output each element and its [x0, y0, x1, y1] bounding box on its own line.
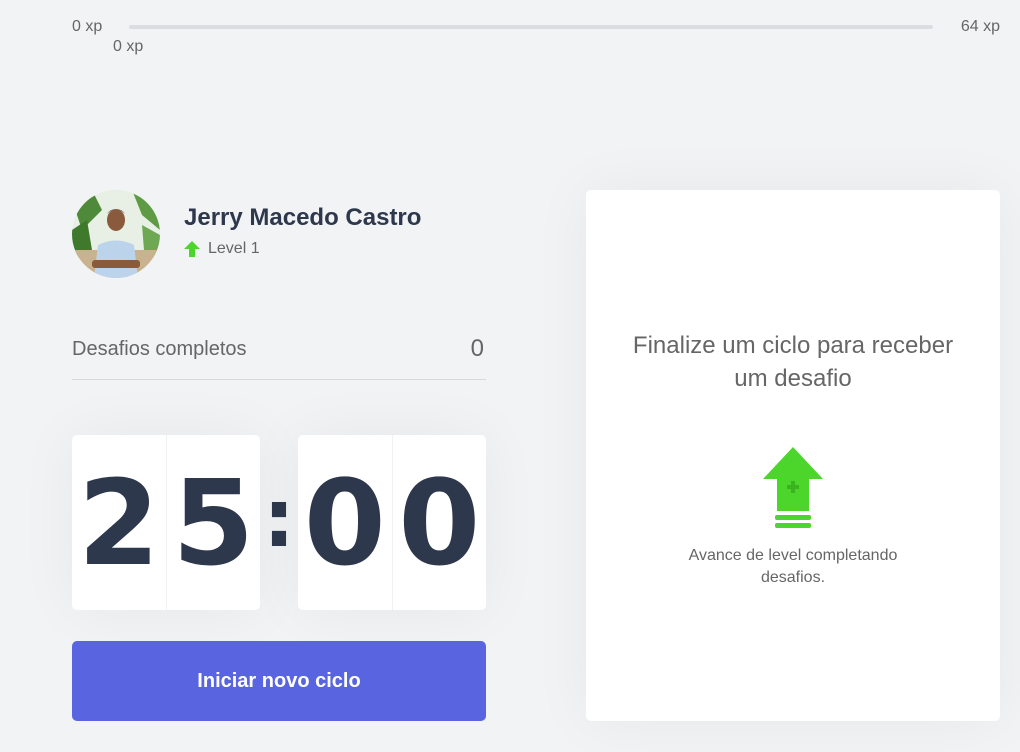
profile: Jerry Macedo Castro Level 1 [72, 190, 486, 278]
completed-challenges-label: Desafios completos [72, 338, 247, 360]
xp-min-label: 0 xp [72, 18, 103, 35]
challenge-hint: Avance de level completando desafios. [688, 547, 898, 586]
profile-level: Level 1 [184, 240, 421, 258]
xp-progress-track [129, 25, 933, 29]
minute-digit-left: 2 [77, 453, 160, 592]
level-label: Level 1 [208, 240, 260, 257]
challenge-box: Finalize um ciclo para receber um desafi… [586, 190, 1000, 721]
second-digit-left: 0 [303, 453, 386, 592]
completed-challenges: Desafios completos 0 [72, 330, 486, 380]
second-digit-right: 0 [391, 435, 487, 610]
minute-digit-right: 5 [165, 435, 261, 610]
completed-challenges-count: 0 [470, 335, 484, 362]
xp-max-label: 64 xp [960, 18, 1000, 35]
time-separator: : [263, 472, 295, 565]
xp-current-label: 0 xp [113, 38, 144, 55]
level-up-arrow-icon [184, 241, 200, 257]
start-cycle-button[interactable]: Iniciar novo ciclo [72, 641, 486, 721]
seconds-display: 0 0 [298, 435, 486, 610]
level-up-icon [763, 447, 823, 529]
minutes-display: 2 5 [72, 435, 260, 610]
countdown-timer: 2 5 : 0 0 [72, 435, 486, 610]
experience-bar: 0 xp 0 xp 64 xp [0, 0, 1020, 70]
avatar [72, 190, 160, 278]
profile-name: Jerry Macedo Castro [184, 204, 422, 231]
challenge-title: Finalize um ciclo para receber um desafi… [632, 332, 954, 392]
